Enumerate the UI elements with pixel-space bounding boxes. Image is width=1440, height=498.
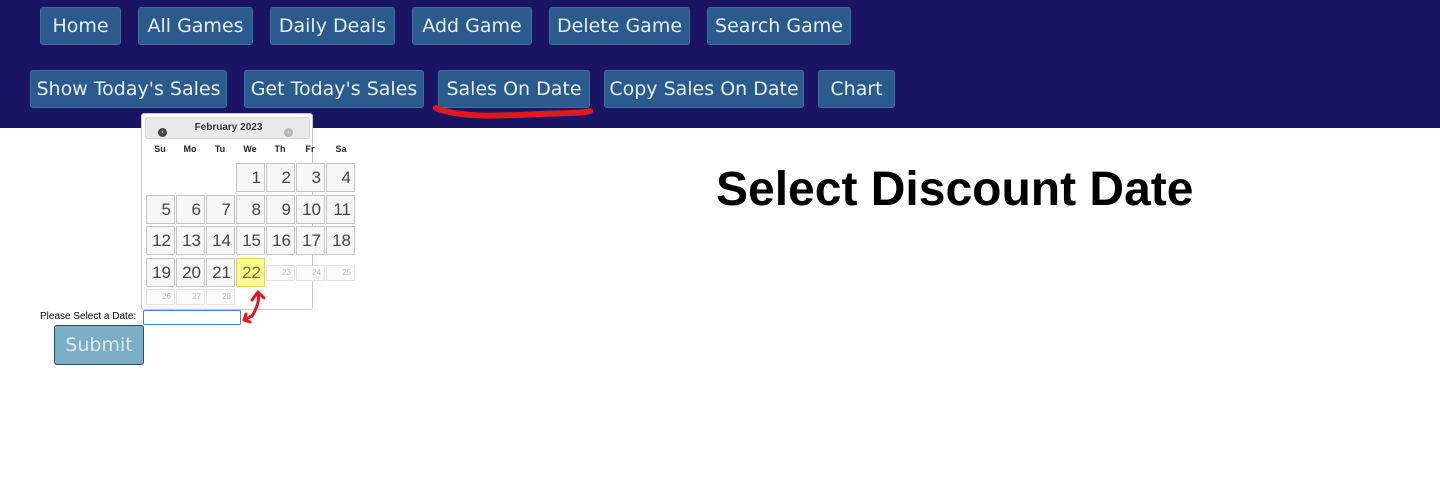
weekday-sa: Sa [335, 144, 347, 154]
calendar-day-disabled: 23 [266, 265, 295, 281]
calendar-day[interactable]: 14 [206, 226, 235, 255]
nav-search-game-button[interactable]: Search Game [707, 7, 851, 45]
date-input[interactable] [143, 310, 241, 325]
calendar-day-disabled: 26 [146, 289, 175, 305]
nav-get-todays-sales-button[interactable]: Get Today's Sales [244, 70, 424, 108]
calendar-day[interactable]: 13 [176, 226, 205, 255]
next-month-icon[interactable]: › [284, 128, 293, 137]
weekday-su: Su [154, 144, 166, 154]
nav-daily-deals-button[interactable]: Daily Deals [270, 7, 395, 45]
nav-add-game-button[interactable]: Add Game [412, 7, 532, 45]
submit-button[interactable]: Submit [54, 325, 144, 365]
calendar-day[interactable]: 1 [236, 163, 265, 192]
nav-chart-button[interactable]: Chart [818, 70, 895, 108]
calendar-day-disabled: 25 [326, 265, 355, 281]
calendar-day-disabled: 24 [296, 265, 325, 281]
prev-month-icon[interactable]: ‹ [158, 128, 167, 137]
calendar-day[interactable]: 19 [146, 258, 175, 287]
weekday-we: We [243, 144, 257, 154]
calendar-day-today[interactable]: 22 [236, 258, 265, 287]
calendar-day[interactable]: 8 [236, 195, 265, 224]
calendar-day-disabled: 28 [206, 289, 235, 305]
nav-all-games-button[interactable]: All Games [138, 7, 253, 45]
calendar-day[interactable]: 15 [236, 226, 265, 255]
weekday-fr: Fr [305, 144, 315, 154]
calendar-day[interactable]: 17 [296, 226, 325, 255]
calendar-day[interactable]: 6 [176, 195, 205, 224]
page-title: Select Discount Date [716, 163, 1194, 216]
nav-home-button[interactable]: Home [40, 7, 121, 45]
calendar-day[interactable]: 16 [266, 226, 295, 255]
calendar-day[interactable]: 10 [296, 195, 325, 224]
calendar-day[interactable]: 4 [326, 163, 355, 192]
calendar-day[interactable]: 9 [266, 195, 295, 224]
calendar-day[interactable]: 21 [206, 258, 235, 287]
calendar-day[interactable]: 11 [326, 195, 355, 224]
weekday-mo: Mo [183, 144, 197, 154]
top-navigation-bar: Home All Games Daily Deals Add Game Dele… [0, 0, 1440, 128]
nav-copy-sales-on-date-button[interactable]: Copy Sales On Date [604, 70, 804, 108]
nav-show-todays-sales-button[interactable]: Show Today's Sales [30, 70, 227, 108]
date-field-label: Please Select a Date: [40, 311, 137, 322]
calendar-day-disabled: 27 [176, 289, 205, 305]
nav-delete-game-button[interactable]: Delete Game [549, 7, 690, 45]
nav-sales-on-date-button[interactable]: Sales On Date [438, 70, 590, 108]
calendar-day[interactable]: 18 [326, 226, 355, 255]
calendar-day[interactable]: 3 [296, 163, 325, 192]
calendar-day[interactable]: 7 [206, 195, 235, 224]
calendar-day[interactable]: 12 [146, 226, 175, 255]
weekday-th: Th [274, 144, 286, 154]
calendar-day[interactable]: 5 [146, 195, 175, 224]
calendar-day[interactable]: 20 [176, 258, 205, 287]
weekday-tu: Tu [214, 144, 226, 154]
calendar-day[interactable]: 2 [266, 163, 295, 192]
